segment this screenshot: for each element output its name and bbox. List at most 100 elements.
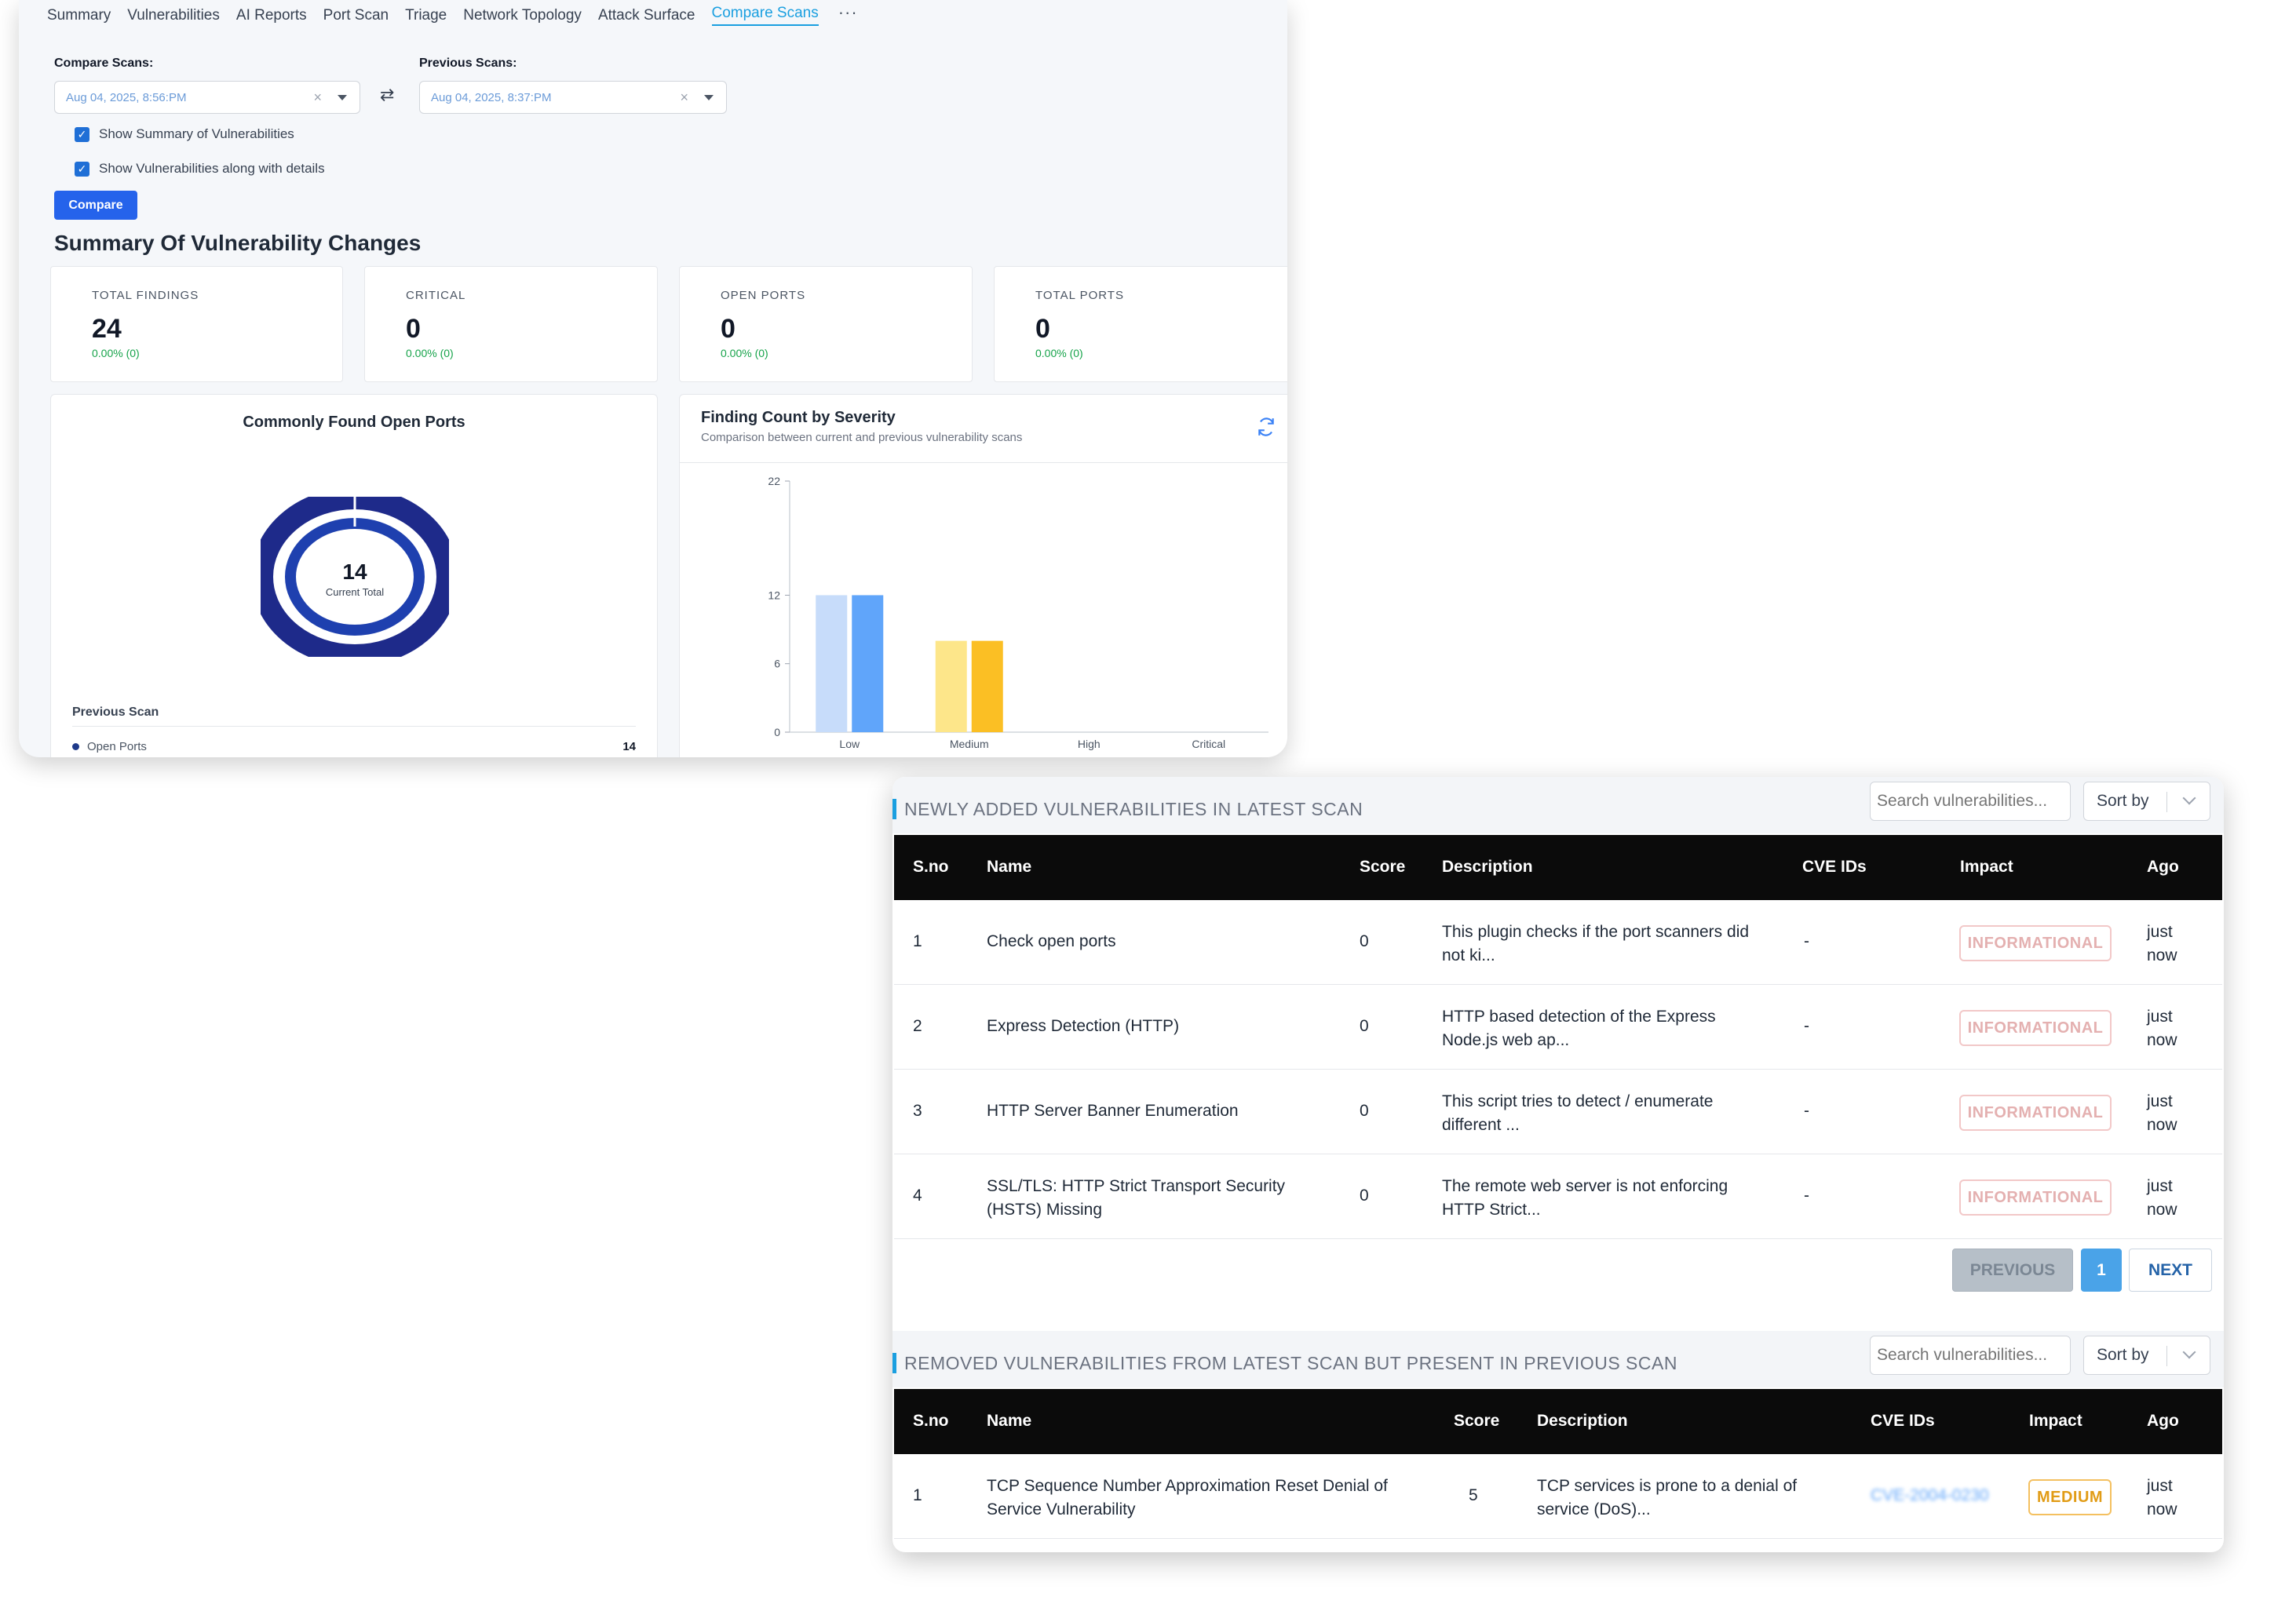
card-title: TOTAL FINDINGS: [92, 289, 199, 302]
tab-compare-scans[interactable]: Compare Scans: [711, 5, 819, 26]
compare-button[interactable]: Compare: [54, 191, 137, 220]
row-name[interactable]: HTTP Server Banner Enumeration: [987, 1102, 1239, 1121]
header-name[interactable]: Name: [987, 858, 1031, 877]
y-tick-label: 22: [768, 475, 780, 487]
refresh-icon[interactable]: [1256, 417, 1276, 437]
previous-scan-select[interactable]: Aug 04, 2025, 8:37:PM ×: [419, 81, 727, 114]
open-ports-chart-card: Commonly Found Open Ports 14 Current Tot…: [50, 394, 658, 757]
card-value: 0: [1035, 314, 1050, 344]
legend-label: Open Ports: [87, 740, 147, 753]
bar-medium-series-2: [971, 640, 1003, 732]
newly-added-table-header: S.no Name Score Description CVE IDs Impa…: [894, 835, 2222, 900]
tab-network-topology[interactable]: Network Topology: [463, 7, 582, 24]
row-ago: just now: [2147, 1477, 2177, 1518]
header-score[interactable]: Score: [1360, 858, 1405, 877]
header-score[interactable]: Score: [1454, 1412, 1499, 1431]
total-findings-card: TOTAL FINDINGS 24 0.00% (0): [50, 266, 343, 382]
removed-search-input[interactable]: [1870, 1336, 2071, 1375]
tab-port-scan[interactable]: Port Scan: [323, 7, 389, 24]
caret-down-icon[interactable]: [704, 95, 714, 100]
header-sno[interactable]: S.no: [913, 1412, 949, 1431]
row-sno: 3: [913, 1102, 922, 1120]
compare-scan-select[interactable]: Aug 04, 2025, 8:56:PM ×: [54, 81, 360, 114]
ports-donut-chart: 14 Current Total: [261, 497, 449, 657]
chevron-down-icon[interactable]: [2182, 1345, 2196, 1359]
header-impact[interactable]: Impact: [1960, 858, 2013, 877]
header-impact[interactable]: Impact: [2029, 1412, 2082, 1431]
impact-badge: INFORMATIONAL: [1959, 1179, 2112, 1216]
donut-center-label: Current Total: [326, 586, 384, 598]
divider: [2166, 792, 2167, 812]
newly-added-section-header: NEWLY ADDED VULNERABILITIES IN LATEST SC…: [892, 777, 2224, 833]
clear-icon[interactable]: ×: [313, 89, 322, 106]
compare-scan-value: Aug 04, 2025, 8:56:PM: [66, 90, 187, 104]
row-score: 0: [1360, 1102, 1369, 1120]
row-cve: -: [1804, 1187, 1809, 1205]
previous-page-button[interactable]: PREVIOUS: [1952, 1249, 2073, 1292]
y-tick-label: 6: [774, 658, 780, 670]
checkmark-icon[interactable]: ✓: [75, 161, 89, 177]
table-row[interactable]: 4 SSL/TLS: HTTP Strict Transport Securit…: [894, 1154, 2222, 1239]
previous-scan-value: Aug 04, 2025, 8:37:PM: [431, 90, 552, 104]
newly-added-sort-dropdown[interactable]: Sort by: [2083, 782, 2210, 821]
page-1-button[interactable]: 1: [2081, 1249, 2122, 1292]
newly-added-search-input[interactable]: [1870, 782, 2071, 821]
x-tick-label: Critical: [1192, 738, 1225, 750]
caret-down-icon[interactable]: [338, 95, 347, 100]
tab-vulnerabilities[interactable]: Vulnerabilities: [127, 7, 220, 24]
next-page-button[interactable]: NEXT: [2129, 1249, 2212, 1292]
row-name[interactable]: SSL/TLS: HTTP Strict Transport Security …: [987, 1175, 1332, 1222]
removed-sort-dropdown[interactable]: Sort by: [2083, 1336, 2210, 1375]
header-ago[interactable]: Ago: [2147, 1412, 2179, 1431]
tab-ai-reports[interactable]: AI Reports: [236, 7, 307, 24]
table-row[interactable]: 3 HTTP Server Banner Enumeration 0 This …: [894, 1070, 2222, 1154]
table-row[interactable]: 2 Express Detection (HTTP) 0 HTTP based …: [894, 985, 2222, 1070]
row-score: 0: [1360, 1017, 1369, 1035]
header-name[interactable]: Name: [987, 1412, 1031, 1431]
header-description[interactable]: Description: [1537, 1412, 1628, 1431]
header-ago[interactable]: Ago: [2147, 858, 2179, 877]
compare-scans-label: Compare Scans:: [54, 57, 154, 70]
impact-badge: MEDIUM: [2028, 1479, 2112, 1515]
row-ago: just now: [2147, 1092, 2177, 1134]
removed-table-header: S.no Name Score Description CVE IDs Impa…: [894, 1389, 2222, 1454]
swap-icon[interactable]: ⇄: [380, 85, 394, 105]
donut-center-value: 14: [342, 560, 367, 584]
row-name[interactable]: TCP Sequence Number Approximation Reset …: [987, 1475, 1426, 1522]
sort-label: Sort by: [2097, 792, 2149, 810]
row-ago: just now: [2147, 1177, 2177, 1219]
header-cve-ids[interactable]: CVE IDs: [1871, 1412, 1935, 1431]
removed-section-header: REMOVED VULNERABILITIES FROM LATEST SCAN…: [892, 1331, 2224, 1387]
card-change: 0.00% (0): [92, 347, 140, 359]
removed-title: REMOVED VULNERABILITIES FROM LATEST SCAN…: [904, 1353, 1677, 1373]
severity-chart-title: Finding Count by Severity: [701, 409, 896, 426]
tab-attack-surface[interactable]: Attack Surface: [598, 7, 695, 24]
chevron-down-icon[interactable]: [2182, 791, 2196, 805]
row-name[interactable]: Express Detection (HTTP): [987, 1017, 1179, 1036]
table-row[interactable]: 1 Check open ports 0 This plugin checks …: [894, 900, 2222, 985]
more-tabs-icon[interactable]: ···: [838, 2, 858, 23]
legend-value: 14: [622, 740, 636, 753]
row-cve-link[interactable]: CVE-2004-0230: [1871, 1486, 1989, 1505]
impact-badge: INFORMATIONAL: [1959, 925, 2112, 961]
row-name[interactable]: Check open ports: [987, 932, 1116, 951]
x-tick-label: Low: [839, 738, 860, 750]
row-score: 5: [1469, 1486, 1478, 1504]
row-ago: just now: [2147, 1008, 2177, 1049]
card-title: OPEN PORTS: [721, 289, 806, 302]
tab-summary[interactable]: Summary: [47, 7, 111, 24]
summary-title: Summary Of Vulnerability Changes: [54, 231, 422, 255]
bar-medium-series-1: [935, 640, 967, 732]
checkmark-icon[interactable]: ✓: [75, 126, 89, 142]
clear-icon[interactable]: ×: [680, 89, 688, 106]
compare-scans-panel: Summary Vulnerabilities AI Reports Port …: [19, 0, 1287, 757]
header-sno[interactable]: S.no: [913, 858, 949, 877]
table-row[interactable]: 1 TCP Sequence Number Approximation Rese…: [894, 1454, 2222, 1539]
header-description[interactable]: Description: [1442, 858, 1533, 877]
header-cve-ids[interactable]: CVE IDs: [1802, 858, 1867, 877]
show-summary-checkbox[interactable]: ✓ Show Summary of Vulnerabilities: [75, 126, 294, 142]
ports-chart-title: Commonly Found Open Ports: [243, 414, 465, 431]
tab-triage[interactable]: Triage: [405, 7, 447, 24]
show-details-checkbox[interactable]: ✓ Show Vulnerabilities along with detail…: [75, 161, 325, 177]
severity-bar-chart: 0 6 12 22 Low Medium High Critical: [768, 475, 1268, 750]
